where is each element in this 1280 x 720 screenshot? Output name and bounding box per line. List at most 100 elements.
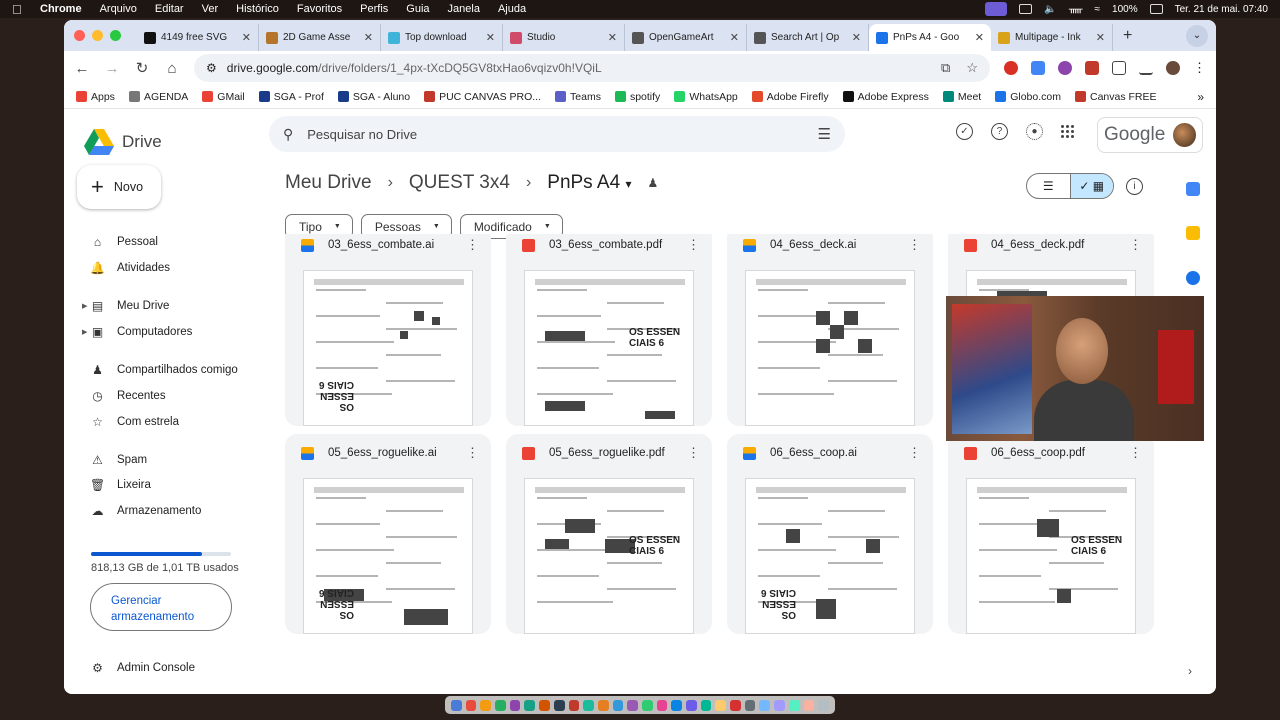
dock-app-icon[interactable]	[774, 699, 785, 711]
bookmark-item[interactable]: spotify	[614, 91, 660, 103]
bookmark-item[interactable]: PUC CANVAS PRO...	[424, 91, 541, 103]
file-name[interactable]: 03_6ess_combate.pdf	[549, 239, 673, 251]
address-bar[interactable]: ⚙ drive.google.com/drive/folders/1_4px-t…	[194, 54, 990, 82]
file-card[interactable]: 03_6ess_combate.pdf ⋮ OS ESSEN CIAIS 6	[506, 234, 712, 426]
tasks-icon[interactable]	[1186, 271, 1200, 285]
dock-app-icon[interactable]	[524, 699, 536, 711]
battery-icon[interactable]	[1149, 4, 1163, 14]
chevron-right-icon[interactable]: ›	[1188, 664, 1192, 678]
menu-arquivo[interactable]: Arquivo	[100, 3, 137, 15]
file-card[interactable]: 06_6ess_coop.pdf ⋮ OS ESSEN CIAIS 6	[948, 434, 1154, 634]
bookmark-item[interactable]: SGA - Aluno	[337, 91, 410, 103]
file-thumbnail[interactable]: OS ESSEN CIAIS 6	[303, 270, 473, 426]
bookmark-item[interactable]: Adobe Express	[842, 91, 929, 103]
bluetooth-icon[interactable]: ᚅ	[1069, 4, 1083, 15]
more-options-icon[interactable]: ⋮	[687, 445, 700, 461]
browser-tab[interactable]: Studio ✕	[503, 24, 625, 51]
browser-tab[interactable]: Top download ✕	[381, 24, 503, 51]
search-options-icon[interactable]: ☰	[818, 125, 831, 143]
tab-close-icon[interactable]: ✕	[364, 31, 373, 44]
file-name[interactable]: 06_6ess_coop.ai	[770, 447, 894, 459]
sidebar-item-spam[interactable]: ⚠ Spam	[90, 453, 147, 467]
browser-tab[interactable]: Multipage - Ink ✕	[991, 24, 1113, 51]
sidebar-item-meu-drive[interactable]: ▶ ▤ Meu Drive	[82, 299, 169, 313]
dock-app-icon[interactable]	[509, 699, 521, 711]
bookmark-item[interactable]: AGENDA	[128, 91, 188, 103]
new-tab-button[interactable]: +	[1123, 27, 1132, 45]
site-info-icon[interactable]: ⚙	[206, 61, 217, 75]
more-options-icon[interactable]: ⋮	[908, 445, 921, 461]
browser-tab[interactable]: OpenGameArt ✕	[625, 24, 747, 51]
dock-app-icon[interactable]	[803, 699, 815, 711]
extension-purple-icon[interactable]	[1058, 61, 1072, 75]
tab-close-icon[interactable]: ✕	[242, 31, 251, 44]
extension-blue-icon[interactable]	[1031, 61, 1045, 75]
manage-storage-button[interactable]: Gerenciar armazenamento	[90, 583, 232, 631]
dock-app-icon[interactable]	[627, 699, 638, 711]
bookmark-item[interactable]: Apps	[76, 91, 115, 103]
help-icon[interactable]: ?	[991, 123, 1008, 140]
browser-tab[interactable]: 4149 free SVG ✕	[137, 24, 259, 51]
zoom-window-button[interactable]	[110, 30, 121, 41]
dock-app-icon[interactable]	[539, 699, 550, 711]
more-options-icon[interactable]: ⋮	[466, 237, 479, 253]
sidebar-item-computadores[interactable]: ▶ ▣ Computadores	[82, 325, 192, 339]
bookmark-item[interactable]: Meet	[942, 91, 981, 103]
menu-editar[interactable]: Editar	[155, 3, 184, 15]
clock[interactable]: Ter. 21 de mai. 07:40	[1175, 4, 1268, 15]
grid-view-button[interactable]: ✓ ▦	[1069, 174, 1113, 198]
list-view-button[interactable]: ☰	[1027, 174, 1070, 198]
extension-acrobat-icon[interactable]	[1085, 61, 1099, 75]
sidebar-item-compartilhados[interactable]: ♟ Compartilhados comigo	[90, 363, 238, 377]
more-options-icon[interactable]: ⋮	[908, 237, 921, 253]
dock-app-icon[interactable]	[597, 699, 609, 711]
dock-app-icon[interactable]	[818, 699, 829, 711]
drive-logo[interactable]: Drive	[84, 129, 162, 155]
sidebar-item-pessoal[interactable]: ⌂ Pessoal	[90, 235, 158, 249]
bookmarks-overflow-icon[interactable]: »	[1197, 90, 1204, 104]
home-icon[interactable]: ⌂	[164, 60, 180, 77]
sidebar-item-armazenamento[interactable]: ☁ Armazenamento	[90, 504, 202, 518]
bookmark-item[interactable]: WhatsApp	[674, 91, 738, 103]
dock-app-icon[interactable]	[744, 699, 756, 711]
file-name[interactable]: 04_6ess_deck.pdf	[991, 239, 1115, 251]
dock-app-icon[interactable]	[451, 699, 462, 711]
search-input[interactable]: Pesquisar no Drive	[307, 127, 417, 142]
battery-percent[interactable]: 100%	[1112, 4, 1138, 15]
profile-avatar[interactable]	[1166, 61, 1180, 75]
search-icon[interactable]: ⚲	[283, 126, 293, 143]
extensions-puzzle-icon[interactable]	[1112, 61, 1126, 75]
dock-app-icon[interactable]	[671, 699, 682, 711]
file-card[interactable]: 06_6ess_coop.ai ⋮ OS ESSEN CIAIS 6	[727, 434, 933, 634]
bookmark-item[interactable]: Teams	[555, 91, 601, 103]
dock-app-icon[interactable]	[700, 699, 712, 711]
install-app-icon[interactable]: ⧉	[941, 60, 950, 76]
file-name[interactable]: 03_6ess_combate.ai	[328, 239, 452, 251]
tab-close-icon[interactable]: ✕	[486, 31, 495, 44]
file-name[interactable]: 06_6ess_coop.pdf	[991, 447, 1115, 459]
tab-close-icon[interactable]: ✕	[1096, 31, 1105, 44]
wifi-icon[interactable]: ≈	[1095, 4, 1101, 15]
breadcrumb-quest[interactable]: QUEST 3x4	[409, 172, 510, 194]
close-window-button[interactable]	[74, 30, 85, 41]
browser-tab[interactable]: Search Art | Op ✕	[747, 24, 869, 51]
dock-app-icon[interactable]	[480, 699, 492, 711]
menu-guia[interactable]: Guia	[406, 3, 429, 15]
file-name[interactable]: 05_6ess_roguelike.ai	[328, 447, 452, 459]
more-options-icon[interactable]: ⋮	[1129, 445, 1142, 461]
dock-app-icon[interactable]	[495, 699, 506, 711]
dock-app-icon[interactable]	[465, 699, 477, 711]
calendar-icon[interactable]	[1186, 182, 1200, 196]
forward-icon[interactable]: →	[104, 60, 120, 77]
file-thumbnail[interactable]: OS ESSEN CIAIS 6	[524, 478, 694, 634]
control-icon[interactable]	[1019, 4, 1033, 14]
file-name[interactable]: 05_6ess_roguelike.pdf	[549, 447, 673, 459]
browser-tab[interactable]: PnPs A4 - Goo ✕	[869, 24, 991, 51]
settings-gear-icon[interactable]: ●	[1026, 123, 1043, 140]
dock-app-icon[interactable]	[568, 699, 580, 711]
new-button[interactable]: + Novo	[77, 165, 161, 209]
bookmark-item[interactable]: Globo.com	[995, 91, 1061, 103]
menu-janela[interactable]: Janela	[448, 3, 480, 15]
menu-ajuda[interactable]: Ajuda	[498, 3, 526, 15]
tab-search-button[interactable]: ⌄	[1186, 24, 1208, 47]
